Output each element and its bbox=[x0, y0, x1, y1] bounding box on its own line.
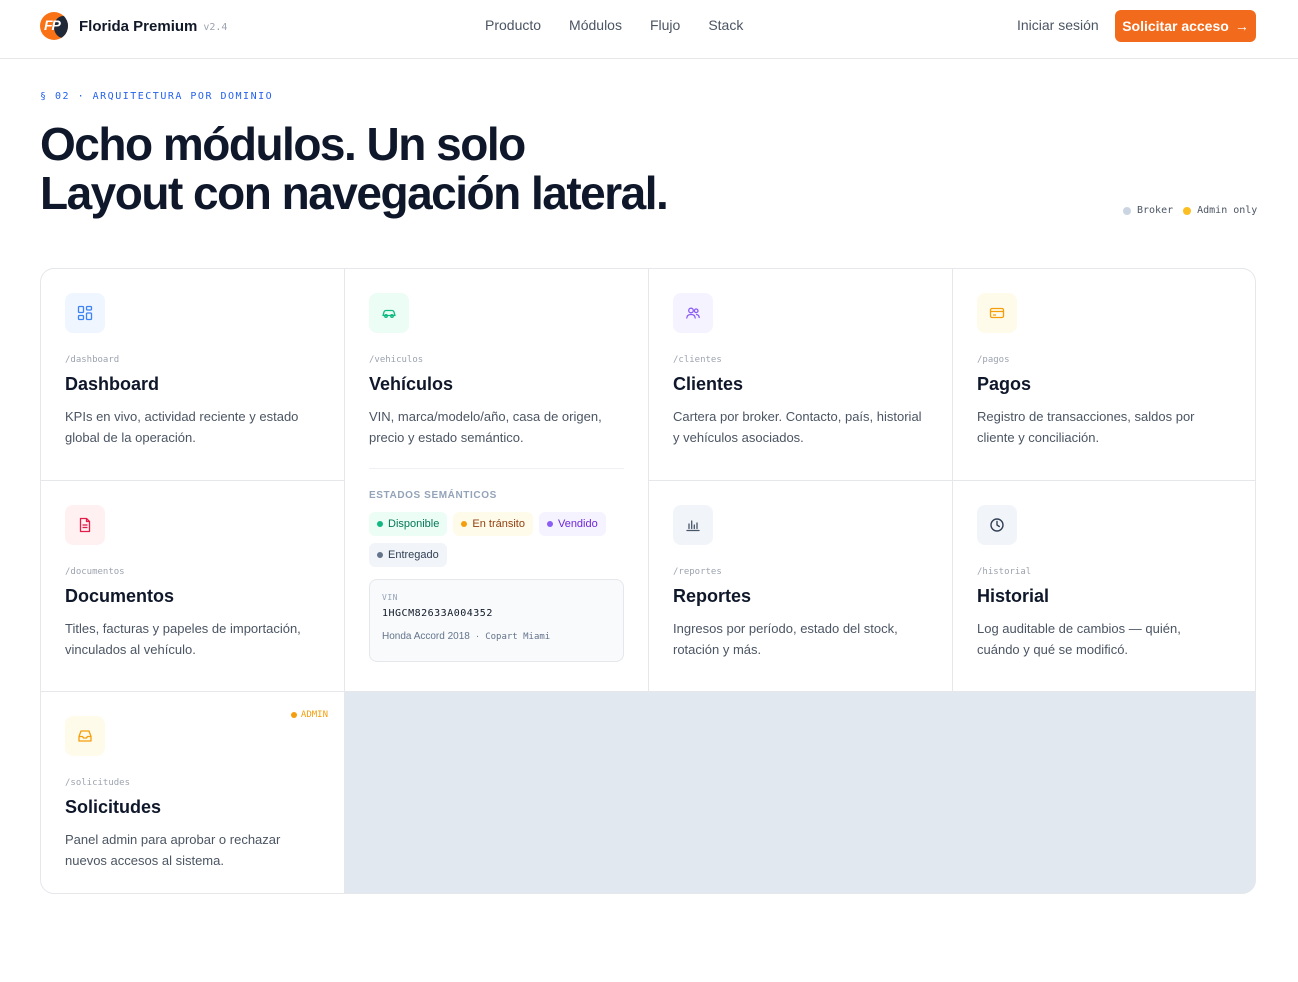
brand-logo-icon: FP bbox=[40, 12, 68, 40]
module-title: Vehículos bbox=[369, 374, 454, 394]
page-title: Ocho módulos. Un solo Layout con navegac… bbox=[40, 118, 669, 219]
brand[interactable]: FP Florida Premium v2.4 bbox=[40, 11, 227, 41]
module-route: /solicitudes bbox=[65, 778, 131, 788]
module-card-clientes[interactable]: /clientes Clientes Cartera por broker. C… bbox=[649, 269, 953, 481]
credit-card-icon bbox=[977, 293, 1017, 333]
dashboard-icon bbox=[65, 293, 105, 333]
document-icon bbox=[65, 505, 105, 545]
module-description: Registro de transacciones, saldos por cl… bbox=[977, 409, 1195, 445]
legend-admin: Admin only bbox=[1197, 205, 1258, 216]
section-eyebrow: § 02 · ARQUITECTURA POR DOMINIO bbox=[40, 91, 274, 102]
module-description: Cartera por broker. Contacto, país, hist… bbox=[673, 409, 922, 445]
module-title: Pagos bbox=[977, 374, 1032, 394]
status-badge-en-transito: En tránsito bbox=[453, 512, 533, 536]
module-title: Clientes bbox=[673, 374, 744, 394]
module-description: VIN, marca/modelo/año, casa de origen, p… bbox=[369, 409, 602, 445]
legend-broker: Broker bbox=[1137, 205, 1174, 216]
module-card-solicitudes[interactable]: ADMIN /solicitudes Solicitudes Panel adm… bbox=[41, 692, 345, 893]
status-badge-vendido: Vendido bbox=[538, 512, 606, 536]
module-card-dashboard[interactable]: /dashboard Dashboard KPIs en vivo, activ… bbox=[41, 269, 345, 481]
module-route: /vehiculos bbox=[369, 355, 424, 365]
vin-label: VIN bbox=[382, 593, 398, 602]
module-card-pagos[interactable]: /pagos Pagos Registro de transacciones, … bbox=[953, 269, 1255, 481]
vin-origin: Copart Miami bbox=[485, 631, 551, 642]
clock-icon bbox=[977, 505, 1017, 545]
module-card-vehiculos[interactable]: /vehiculos Vehículos VIN, marca/modelo/a… bbox=[345, 269, 649, 692]
module-route: /historial bbox=[977, 567, 1032, 577]
divider bbox=[369, 468, 624, 469]
vin-meta: Honda Accord 2018 · Copart Miami bbox=[382, 631, 611, 642]
vin-example-card: VIN 1HGCM82633A004352 Honda Accord 2018 … bbox=[369, 579, 624, 662]
module-title: Reportes bbox=[673, 586, 752, 606]
nav-link-stack[interactable]: Stack bbox=[708, 17, 743, 33]
module-route: /dashboard bbox=[65, 355, 120, 365]
page-title-line-2: Layout con navegación lateral. bbox=[40, 167, 669, 219]
role-legend: Broker Admin only bbox=[1123, 205, 1257, 216]
module-route: /reportes bbox=[673, 567, 722, 577]
request-access-label: Solicitar acceso bbox=[1122, 18, 1229, 34]
nav-link-modulos[interactable]: Módulos bbox=[569, 17, 622, 33]
module-route: /clientes bbox=[673, 355, 722, 365]
module-description: Panel admin para aprobar o rechazar nuev… bbox=[65, 832, 281, 868]
module-description: Titles, facturas y papeles de importació… bbox=[65, 621, 301, 657]
module-title: Dashboard bbox=[65, 374, 160, 394]
module-title: Documentos bbox=[65, 586, 175, 606]
module-title: Solicitudes bbox=[65, 797, 162, 817]
version-badge: v2.4 bbox=[203, 22, 228, 33]
modules-grid: /dashboard Dashboard KPIs en vivo, activ… bbox=[40, 268, 1256, 894]
nav-link-producto[interactable]: Producto bbox=[485, 17, 541, 33]
module-card-reportes[interactable]: /reportes Reportes Ingresos por período,… bbox=[649, 481, 953, 692]
status-badge-entregado: Entregado bbox=[369, 543, 447, 567]
module-card-historial[interactable]: /historial Historial Log auditable de ca… bbox=[953, 481, 1255, 692]
state-chips: Disponible En tránsito Vendido Entregado bbox=[369, 512, 624, 567]
states-label: ESTADOS SEMÁNTICOS bbox=[369, 490, 497, 501]
module-route: /pagos bbox=[977, 355, 1010, 365]
nav-links: Producto Módulos Flujo Stack bbox=[485, 17, 771, 33]
admin-dot-icon bbox=[1183, 206, 1192, 215]
page-title-line-1: Ocho módulos. Un solo bbox=[40, 118, 526, 170]
module-title: Historial bbox=[977, 586, 1050, 606]
module-description: KPIs en vivo, actividad reciente y estad… bbox=[65, 409, 299, 445]
module-description: Log auditable de cambios — quién, cuándo… bbox=[977, 621, 1181, 657]
inbox-icon bbox=[65, 716, 105, 756]
request-access-button[interactable]: Solicitar acceso → bbox=[1115, 10, 1256, 42]
vin-value: 1HGCM82633A004352 bbox=[382, 608, 493, 619]
users-icon bbox=[673, 293, 713, 333]
nav-link-flujo[interactable]: Flujo bbox=[650, 17, 680, 33]
module-route: /documentos bbox=[65, 567, 125, 577]
car-icon bbox=[369, 293, 409, 333]
login-link[interactable]: Iniciar sesión bbox=[1017, 17, 1099, 33]
vin-separator: · bbox=[475, 631, 480, 642]
status-badge-disponible: Disponible bbox=[369, 512, 448, 536]
top-nav: FP Florida Premium v2.4 Producto Módulos… bbox=[0, 0, 1298, 59]
brand-name: Florida Premium bbox=[79, 17, 198, 35]
vin-car: Honda Accord 2018 bbox=[382, 631, 470, 642]
module-description: Ingresos por período, estado del stock, … bbox=[673, 621, 898, 657]
admin-badge: ADMIN bbox=[290, 710, 328, 720]
module-card-documentos[interactable]: /documentos Documentos Titles, facturas … bbox=[41, 481, 345, 692]
bar-chart-icon bbox=[673, 505, 713, 545]
arrow-right-icon: → bbox=[1234, 18, 1249, 34]
broker-dot-icon bbox=[1123, 206, 1131, 215]
